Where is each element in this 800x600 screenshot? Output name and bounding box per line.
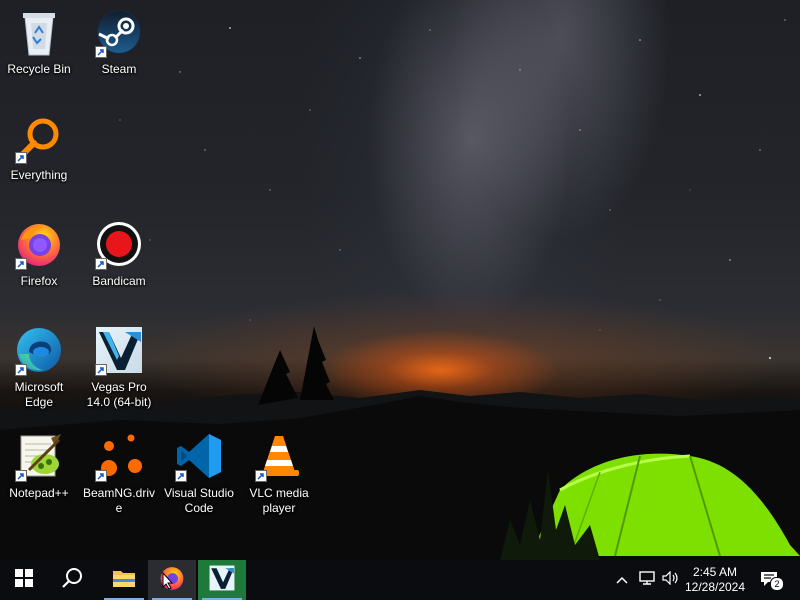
desktop-icon-recycle-bin[interactable]: Recycle Bin [0, 2, 78, 106]
vegas-pro-icon [93, 324, 145, 376]
start-button[interactable] [0, 560, 48, 600]
shortcut-arrow-icon [95, 364, 107, 376]
shortcut-arrow-icon [15, 258, 27, 270]
notification-count-badge: 2 [770, 577, 784, 591]
shortcut-arrow-icon [15, 470, 27, 482]
bandicam-record-icon [93, 218, 145, 270]
search-button[interactable] [48, 560, 96, 600]
icon-label: Recycle Bin [7, 62, 71, 76]
shortcut-arrow-icon [95, 258, 107, 270]
chevron-up-icon [616, 571, 628, 589]
recycle-bin-icon [13, 6, 65, 58]
shortcut-arrow-icon [175, 470, 187, 482]
icon-label: Everything [10, 168, 68, 182]
taskbar-file-explorer[interactable] [100, 560, 148, 600]
desktop-icon-microsoft-edge[interactable]: Microsoft Edge [0, 320, 78, 424]
desktop-icon-vlc-media-player[interactable]: VLC media player [240, 426, 318, 530]
icon-label: Vegas Pro 14.0 (64-bit) [86, 380, 152, 409]
taskbar-vegas-pro[interactable] [198, 560, 246, 600]
show-hidden-icons-button[interactable] [612, 560, 632, 600]
vlc-icon [253, 430, 305, 482]
beamng-icon [93, 430, 145, 482]
shortcut-arrow-icon [255, 470, 267, 482]
mouse-cursor-icon [162, 571, 174, 595]
desktop-wallpaper: Recycle Bin Steam Everything Firefox Ban… [0, 0, 800, 560]
shortcut-arrow-icon [95, 46, 107, 58]
folder-icon [112, 568, 136, 593]
firefox-icon [13, 218, 65, 270]
desktop-icon-notepad-plus-plus[interactable]: Notepad++ [0, 426, 78, 530]
everything-search-icon [13, 112, 65, 164]
network-icon [639, 570, 655, 590]
desktop-icon-beamng-drive[interactable]: BeamNG.drive [80, 426, 158, 530]
vscode-icon [173, 430, 225, 482]
volume-button[interactable] [660, 560, 682, 600]
vegas-pro-icon [209, 565, 235, 596]
desktop-icon-firefox[interactable]: Firefox [0, 214, 78, 318]
icon-label: Bandicam [92, 274, 146, 288]
shortcut-arrow-icon [15, 152, 27, 164]
icon-label: Visual Studio Code [164, 486, 234, 515]
icon-label: Steam [101, 62, 137, 76]
volume-icon [662, 570, 680, 590]
network-button[interactable] [636, 560, 658, 600]
edge-icon [13, 324, 65, 376]
notification-icon: 2 [760, 571, 784, 591]
shortcut-arrow-icon [95, 470, 107, 482]
clock-time: 2:45 AM [692, 565, 738, 579]
desktop-icon-steam[interactable]: Steam [80, 2, 158, 106]
icon-label: Firefox [20, 274, 58, 288]
icon-label: BeamNG.drive [82, 486, 156, 515]
notepad-plus-plus-icon [13, 430, 65, 482]
desktop-icon-everything[interactable]: Everything [0, 108, 78, 212]
windows-start-icon [15, 568, 33, 592]
icon-label: Microsoft Edge [14, 380, 64, 409]
shortcut-arrow-icon [15, 364, 27, 376]
clock-date: 12/28/2024 [684, 580, 746, 594]
taskbar: 2:45 AM 12/28/2024 2 [0, 560, 800, 600]
notification-center-button[interactable]: 2 [756, 560, 784, 600]
icon-label: VLC media player [249, 486, 309, 515]
clock-button[interactable]: 2:45 AM 12/28/2024 [680, 560, 750, 600]
desktop-icon-vegas-pro[interactable]: Vegas Pro 14.0 (64-bit) [80, 320, 158, 424]
icon-label: Notepad++ [9, 486, 69, 500]
steam-icon [93, 6, 145, 58]
desktop-icon-visual-studio-code[interactable]: Visual Studio Code [160, 426, 238, 530]
desktop-icon-bandicam[interactable]: Bandicam [80, 214, 158, 318]
taskbar-firefox[interactable] [148, 560, 196, 600]
search-icon [61, 567, 83, 594]
